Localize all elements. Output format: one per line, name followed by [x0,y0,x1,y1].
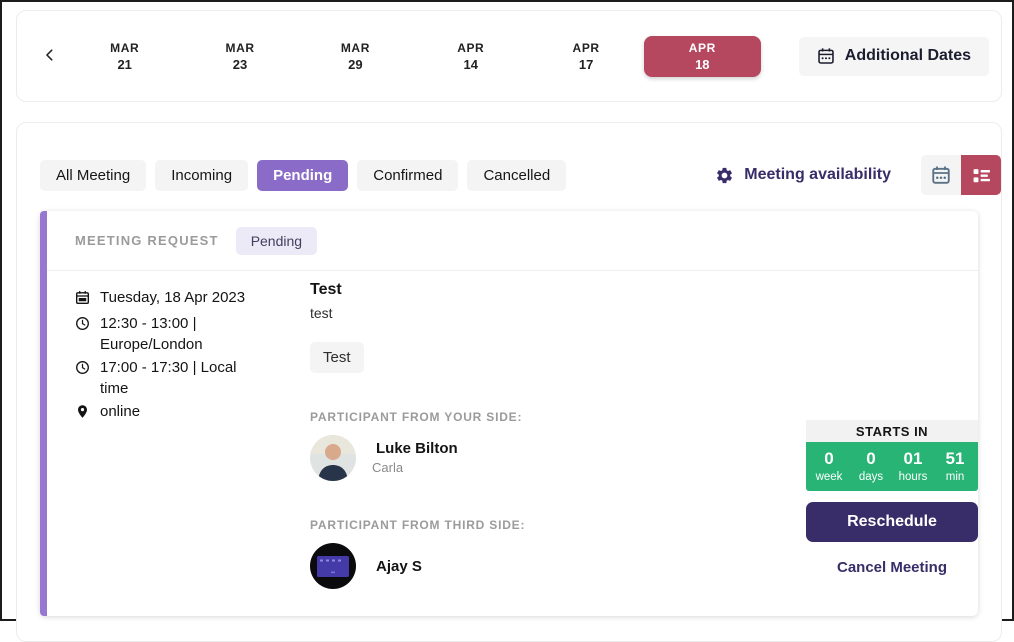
view-toggle [921,155,1001,195]
date-day: 17 [579,57,593,72]
meeting-title: Test [310,281,740,299]
meeting-tag: Test [310,342,364,373]
countdown-value: 51 [934,449,976,469]
list-view-button[interactable] [961,155,1001,195]
tab-pending[interactable]: Pending [257,160,348,191]
countdown-min: 51 min [934,449,976,483]
countdown-label: days [850,471,892,483]
countdown-value: 0 [850,449,892,469]
meeting-subtitle: test [310,305,740,321]
chevron-left-icon [43,48,57,65]
reschedule-button[interactable]: Reschedule [806,502,978,542]
clock-icon [75,316,91,356]
meeting-info: Test test Test PARTICIPANT FROM YOUR SID… [310,281,740,589]
meeting-availability-label: Meeting availability [744,166,891,184]
participant-subtitle: Carla [372,460,458,475]
countdown-label: week [808,471,850,483]
tab-incoming[interactable]: Incoming [155,160,248,191]
meeting-filter-row: All Meeting Incoming Pending Confirmed C… [40,155,1001,195]
date-month: MAR [110,41,139,55]
meeting-details: Tuesday, 18 Apr 2023 12:30 - 13:00 | Eur… [75,287,263,426]
countdown-label: hours [892,471,934,483]
date-month: MAR [341,41,370,55]
calendar-view-button[interactable] [921,155,961,195]
date-month: MAR [225,41,254,55]
tab-cancelled[interactable]: Cancelled [467,160,566,191]
countdown-timer: 0 week 0 days 01 hours 51 min [806,442,978,491]
date-day: 21 [117,57,131,72]
gear-icon [715,166,734,185]
third-side-label: PARTICIPANT FROM THIRD SIDE: [310,518,740,532]
meeting-date-row: Tuesday, 18 Apr 2023 [75,287,263,312]
date-month: APR [689,41,716,55]
tab-all-meeting[interactable]: All Meeting [40,160,146,191]
countdown-days: 0 days [850,449,892,483]
your-side-label: PARTICIPANT FROM YOUR SIDE: [310,410,740,424]
date-day: 23 [233,57,247,72]
date-month: APR [573,41,600,55]
status-badge: Pending [236,227,317,255]
countdown-value: 0 [808,449,850,469]
calendar-view-icon [931,165,951,185]
participant-name: Ajay S [376,558,422,575]
countdown-hours: 01 hours [892,449,934,483]
meetings-panel: All Meeting Incoming Pending Confirmed C… [16,122,1002,642]
date-month: APR [457,41,484,55]
meeting-time-row: 12:30 - 13:00 | Europe/London [75,313,263,356]
meeting-location-row: online [75,401,263,426]
calendar-icon [75,290,91,312]
meeting-request-card: MEETING REQUEST Pending Tuesday, 18 Apr … [40,211,978,616]
date-navigation-bar: MAR 21 MAR 23 MAR 29 APR 14 APR 17 APR 1… [16,10,1002,102]
countdown-label: min [934,471,976,483]
participant-third-side: Ajay S [310,543,740,589]
avatar-luke-bilton [310,435,356,481]
tab-confirmed[interactable]: Confirmed [357,160,458,191]
date-tab-apr-18-selected[interactable]: APR 18 [644,36,761,77]
additional-dates-button[interactable]: Additional Dates [799,37,989,76]
avatar-ajay-s [310,543,356,589]
countdown-week: 0 week [808,449,850,483]
calendar-icon [817,47,835,65]
date-tab-mar-23[interactable]: MAR 23 [182,28,297,84]
additional-dates-label: Additional Dates [845,47,971,65]
meeting-time-primary: 12:30 - 13:00 | Europe/London [100,313,263,356]
participant-name-block: Ajay S [376,558,422,575]
date-tab-mar-29[interactable]: MAR 29 [298,28,413,84]
location-pin-icon [75,404,91,426]
meeting-local-time-row: 17:00 - 17:30 | Local time [75,357,263,400]
participant-name-block: Luke Bilton Carla [376,435,458,481]
date-day: 18 [695,57,709,72]
meeting-availability-button[interactable]: Meeting availability [715,166,891,185]
participant-your-side: Luke Bilton Carla [310,435,740,481]
countdown-value: 01 [892,449,934,469]
cancel-meeting-link[interactable]: Cancel Meeting [806,559,978,576]
date-day: 14 [464,57,478,72]
list-view-icon [972,166,991,185]
date-tab-apr-14[interactable]: APR 14 [413,28,528,84]
meeting-actions: STARTS IN 0 week 0 days 01 hours 51 min [806,420,978,576]
date-tab-mar-21[interactable]: MAR 21 [67,28,182,84]
meeting-time-local: 17:00 - 17:30 | Local time [100,357,263,400]
clock-icon [75,360,91,400]
meeting-request-label: MEETING REQUEST [75,233,219,248]
card-accent-bar [40,211,47,616]
participant-name: Luke Bilton [376,440,458,457]
starts-in-header: STARTS IN [806,420,978,442]
date-tab-apr-17[interactable]: APR 17 [528,28,643,84]
previous-dates-button[interactable] [33,39,67,73]
meeting-date: Tuesday, 18 Apr 2023 [100,287,245,312]
meeting-location: online [100,401,140,426]
card-header: MEETING REQUEST Pending [40,211,978,271]
date-day: 29 [348,57,362,72]
